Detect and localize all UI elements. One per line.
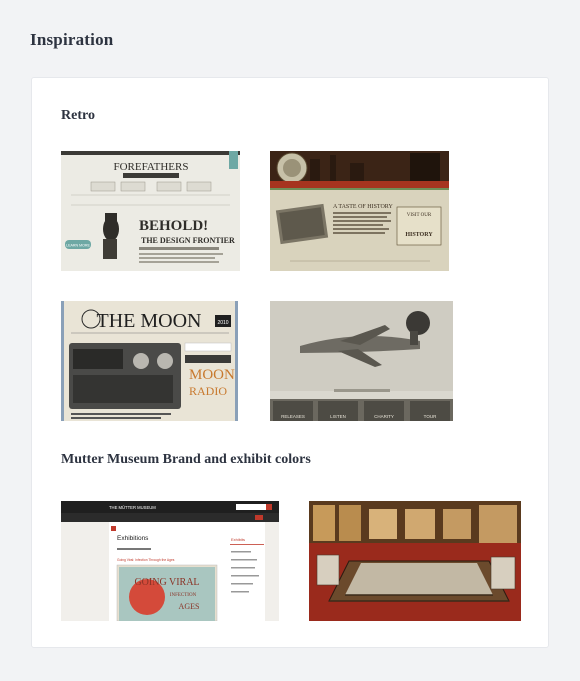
thumbnail-forefathers[interactable]: FOREFATHERS BEHOLD! THE DESIGN FRONTIER … (61, 151, 240, 271)
thumbnail-airplane[interactable]: RELEASES LISTEN CHARITY TOUR (270, 301, 453, 421)
thumbnail-the-moon[interactable]: THE MOON 2010 MOON RADIO (61, 301, 238, 421)
inspiration-card: Retro FOREFATHERS BEHOLD! THE DESIGN FRO… (31, 77, 549, 648)
mutter-poster3: AGES (179, 602, 200, 611)
mutter-poster2: INFECTION (170, 593, 197, 598)
mutter-exhibit: Going Viral: Infection Through the Ages (117, 558, 175, 562)
moon-headline: THE MOON (97, 310, 202, 332)
thumbnail-mutter-exhibitions[interactable]: THE MÜTTER MUSEUM Exhibitions Going Vira… (61, 501, 279, 621)
moon-big: MOON (189, 367, 235, 383)
moon-year: 2010 (217, 320, 228, 326)
forefathers-big: BEHOLD! (139, 218, 208, 234)
airplane-nav-2: CHARITY (374, 414, 394, 419)
moon-big2: RADIO (189, 384, 227, 398)
mutter-poster: GOING VIRAL (134, 577, 199, 588)
airplane-nav-0: RELEASES (281, 414, 305, 419)
section-title-retro: Retro (61, 108, 95, 123)
history-headline: A TASTE OF HISTORY (333, 204, 393, 210)
thumbnail-history[interactable]: A TASTE OF HISTORY VISIT OUR HISTORY (270, 151, 449, 271)
mutter-heading: Exhibitions (117, 535, 149, 542)
airplane-nav-3: TOUR (424, 414, 437, 419)
forefathers-button: LEARN MORE (66, 244, 90, 248)
section-title-mutter: Mutter Museum Brand and exhibit colors (61, 452, 311, 467)
history-badge2: HISTORY (405, 232, 433, 238)
thumbnail-mutter-hall[interactable] (309, 501, 521, 621)
forefathers-headline: FOREFATHERS (114, 161, 189, 173)
forefathers-sub: THE DESIGN FRONTIER (141, 236, 235, 245)
mutter-brand: THE MÜTTER MUSEUM (109, 505, 156, 510)
airplane-nav-1: LISTEN (330, 414, 346, 419)
page-title: Inspiration (30, 30, 114, 49)
mutter-side-heading: Exhibits (231, 537, 245, 542)
history-badge: VISIT OUR (407, 213, 432, 218)
